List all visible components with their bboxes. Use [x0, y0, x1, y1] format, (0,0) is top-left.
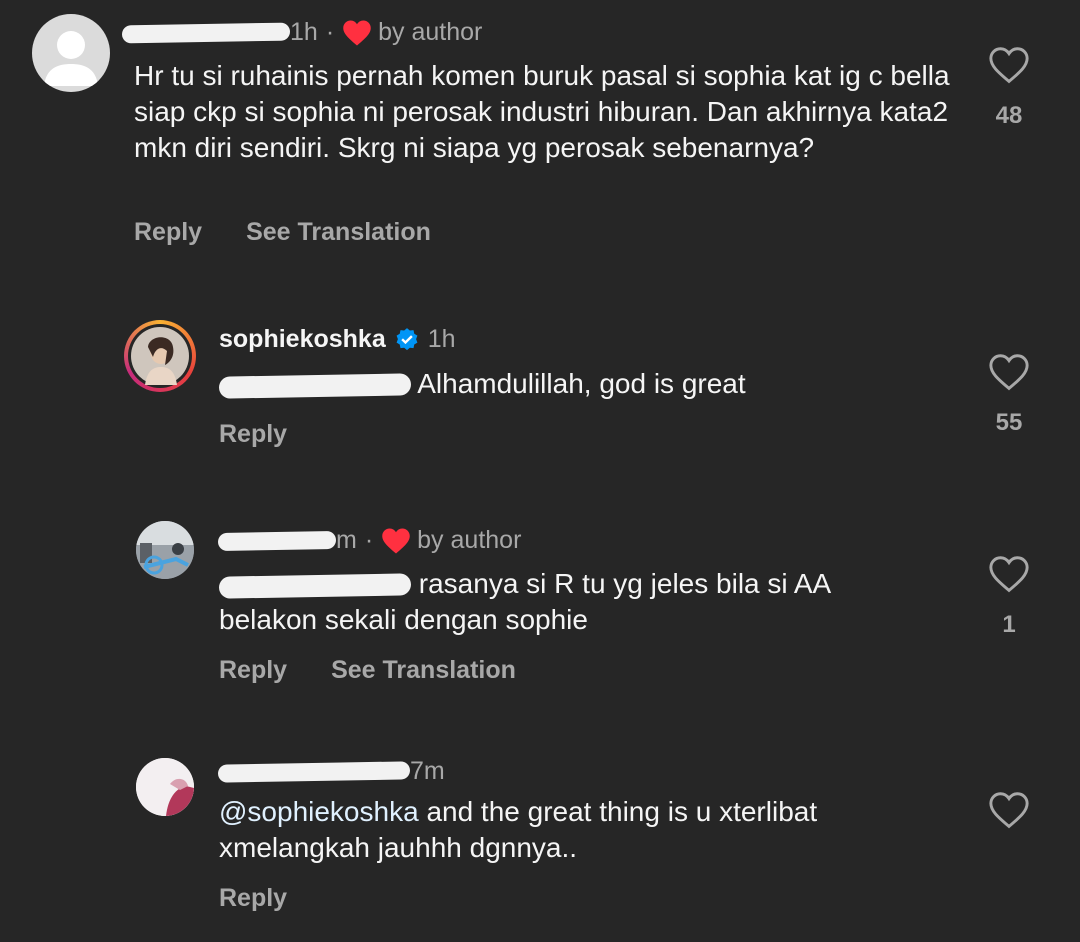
author-like-label: by author	[417, 526, 522, 554]
reply-button[interactable]: Reply	[219, 420, 287, 449]
reply-button[interactable]: Reply	[134, 218, 202, 247]
comment-text-row: rasanya si R tu yg jeles bila si AA	[218, 566, 832, 602]
comment-text: Alhamdulillah, god is great	[417, 368, 746, 399]
redacted-username	[217, 760, 411, 783]
like-count: 1	[1002, 611, 1016, 638]
like-control: 55	[979, 353, 1039, 437]
avatar[interactable]	[136, 758, 194, 816]
mention-link[interactable]: @sophiekoshka	[219, 796, 419, 827]
heart-icon[interactable]	[988, 353, 1030, 391]
default-avatar-icon	[44, 31, 98, 86]
profile-photo	[136, 758, 194, 816]
comment-text-line2: xmelangkah jauhhh dgnnya..	[219, 832, 578, 863]
redacted-username	[217, 530, 337, 551]
see-translation-button[interactable]: See Translation	[246, 218, 431, 247]
heart-icon[interactable]	[988, 791, 1030, 829]
like-control: 48	[979, 46, 1039, 130]
like-control: 1	[979, 555, 1039, 639]
comment-time: m	[336, 526, 357, 554]
heart-icon[interactable]	[988, 555, 1030, 593]
avatar[interactable]	[124, 320, 196, 392]
redacted-mention	[218, 572, 412, 599]
comment-actions: Reply	[219, 420, 287, 449]
avatar[interactable]	[136, 521, 194, 579]
like-count: 48	[995, 102, 1023, 129]
comment-meta: 7m	[217, 757, 445, 786]
comment-time: 1h	[427, 325, 456, 353]
redacted-mention	[218, 372, 412, 399]
comment-username[interactable]: sophiekoshka	[219, 325, 386, 354]
reply-button[interactable]: Reply	[219, 656, 287, 685]
profile-photo	[131, 327, 189, 385]
comment-text-line1: and the great thing is u xterlibat	[426, 796, 818, 827]
comment-meta: sophiekoshka 1h	[219, 325, 456, 354]
comment-actions: Reply See Translation	[219, 656, 516, 685]
comment-text-row: @sophiekoshka and the great thing is u x…	[219, 794, 817, 830]
profile-photo	[136, 521, 194, 579]
author-liked-heart-icon	[343, 20, 371, 45]
comment-time: 7m	[410, 757, 445, 785]
avatar[interactable]	[32, 14, 110, 92]
comment-actions: Reply	[219, 884, 287, 913]
comment-time: 1h	[290, 18, 318, 46]
verified-badge-icon	[396, 327, 418, 350]
comment-actions: Reply See Translation	[134, 218, 431, 247]
author-liked-heart-icon	[382, 528, 410, 553]
redacted-username	[121, 22, 291, 43]
comment-text-line2: belakon sekali dengan sophie	[219, 604, 588, 635]
heart-icon[interactable]	[988, 46, 1030, 84]
comment-text-row: Alhamdulillah, god is great	[218, 366, 746, 402]
comment-meta: 1h · by author	[121, 18, 483, 47]
see-translation-button[interactable]: See Translation	[331, 656, 516, 685]
like-control	[979, 791, 1039, 829]
comment-text: Hr tu si ruhainis pernah komen buruk pas…	[134, 60, 950, 163]
comment-meta: m · by author	[217, 526, 522, 555]
like-count: 55	[995, 409, 1023, 436]
author-like-label: by author	[378, 18, 483, 46]
reply-button[interactable]: Reply	[219, 884, 287, 913]
comment-text-line1: rasanya si R tu yg jeles bila si AA	[418, 568, 832, 599]
